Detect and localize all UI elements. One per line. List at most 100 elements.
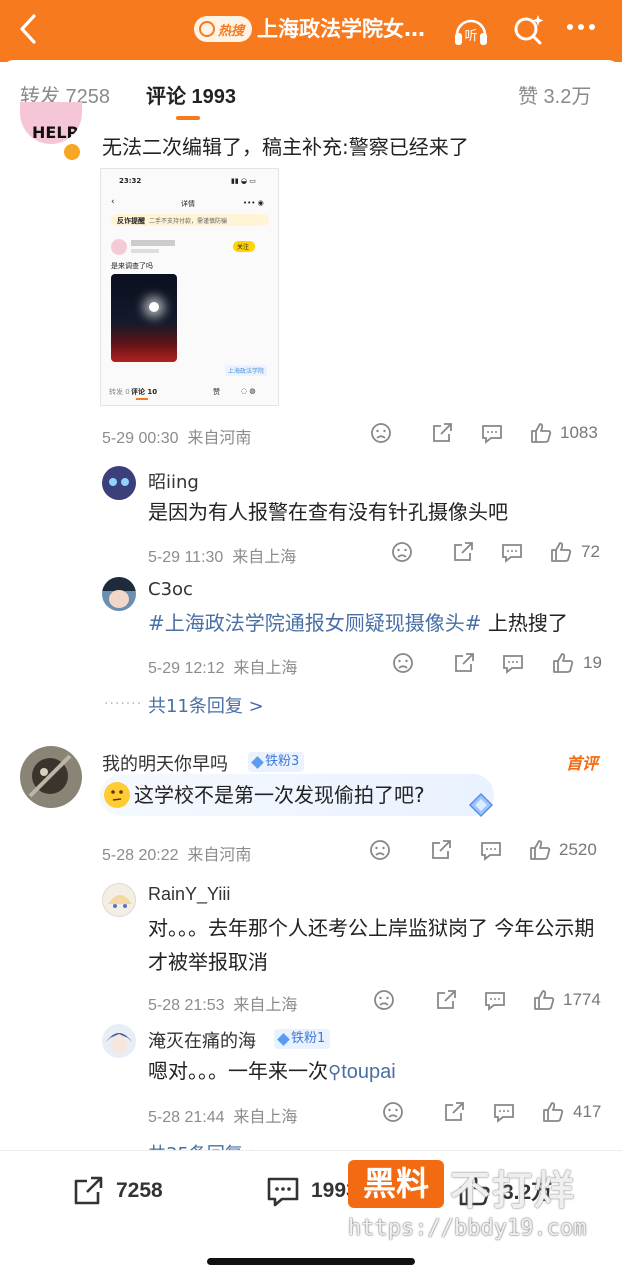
avatar[interactable] (102, 577, 136, 611)
reply-button[interactable] (500, 540, 524, 564)
reply-button[interactable] (492, 1100, 516, 1124)
avatar[interactable] (20, 746, 82, 808)
comment-icon (482, 425, 502, 444)
like-count: 19 (583, 653, 602, 672)
diamond-decoration-icon (468, 792, 494, 818)
like-button[interactable] (551, 651, 575, 675)
comment-icon (502, 544, 522, 563)
active-tab-indicator (176, 116, 200, 120)
comment-meta: 5-28 20:22 来自河南 (102, 847, 252, 864)
share-icon (432, 840, 451, 859)
share-button[interactable] (429, 838, 453, 862)
page-title[interactable]: 上海政法学院女厕疑现摄像头 (257, 14, 433, 44)
like-button[interactable] (541, 1100, 565, 1124)
repost-button[interactable]: 7258 (70, 1173, 163, 1209)
frown-icon (370, 840, 390, 860)
thumbs-up-icon (531, 423, 552, 443)
listen-label: 听 (464, 29, 477, 44)
username[interactable]: 我的明天你早吗 (102, 750, 228, 776)
listen-button[interactable]: 听 (451, 11, 491, 51)
comment-text: 无法二次编辑了，稿主补充:警察已经来了 (102, 135, 469, 159)
share-icon (433, 423, 452, 442)
home-indicator (207, 1258, 415, 1265)
username[interactable]: RainY_Yiii (148, 884, 230, 905)
thinking-emoji-icon (104, 782, 130, 808)
like-count: 72 (581, 542, 600, 561)
tab-likes[interactable]: 赞 3.2万 (518, 80, 591, 109)
dislike-button[interactable] (390, 540, 414, 564)
thumbs-up-icon (543, 1102, 564, 1122)
like-button[interactable] (532, 988, 556, 1012)
comment-meta: 5-29 00:30 来自河南 (102, 430, 252, 447)
comment-icon (503, 655, 523, 674)
username[interactable]: 昭iing (148, 468, 199, 494)
reply-text: 嗯对。。。一年来一次⚲toupai (148, 1059, 396, 1083)
like-button[interactable] (528, 838, 552, 862)
like-button[interactable] (549, 540, 573, 564)
thumbs-up-icon (553, 653, 574, 673)
watermark-url: https://bbdy19.com (348, 1216, 587, 1241)
like-count: 417 (573, 1102, 602, 1121)
search-icon: ⚲ (328, 1062, 342, 1082)
share-button[interactable] (442, 1100, 466, 1124)
comment-image[interactable]: 23:32 ▮▮ ◒ ▭ ‹ 详情 ••• ◉ 反诈提醒 二手不支持付款，需谨慎… (100, 168, 279, 406)
dislike-button[interactable] (368, 838, 392, 862)
share-button[interactable] (452, 651, 476, 675)
reply-button[interactable] (480, 421, 504, 445)
comment-icon (494, 1104, 514, 1123)
username[interactable]: 淹灭在痛的海 (148, 1027, 256, 1053)
reply-button[interactable] (479, 838, 503, 862)
avatar[interactable] (102, 883, 136, 917)
frown-icon (392, 542, 412, 562)
reply-button[interactable] (483, 988, 507, 1012)
share-icon (74, 1176, 103, 1205)
comment-sheet (0, 60, 622, 1280)
like-button[interactable] (529, 421, 553, 445)
first-comment-tag: 首评 (566, 754, 599, 773)
verified-badge-icon (62, 142, 82, 162)
frown-icon (371, 423, 391, 443)
comment-text: 这学校不是第一次发现偷拍了吧? (134, 783, 425, 807)
reply-button[interactable] (501, 651, 525, 675)
share-icon (455, 653, 474, 672)
dislike-button[interactable] (369, 421, 393, 445)
ai-search-button[interactable] (510, 12, 546, 48)
comment-icon (485, 992, 505, 1011)
chevron-left-icon (20, 14, 36, 44)
fan-level-badge: 铁粉3 (248, 752, 305, 772)
dislike-button[interactable] (372, 988, 396, 1012)
dislike-button[interactable] (391, 651, 415, 675)
reply-meta: 5-28 21:44 来自上海 (148, 1109, 298, 1126)
share-icon (454, 542, 473, 561)
tab-comments[interactable]: 评论 1993 (146, 80, 236, 109)
avatar[interactable] (102, 1024, 136, 1058)
thumbs-up-icon (551, 542, 572, 562)
topic-link[interactable]: #上海政法学院通报女厕疑现摄像头# (148, 611, 482, 635)
frown-icon (383, 1102, 403, 1122)
hot-search-badge[interactable]: 热搜 (194, 16, 253, 42)
reply-meta: 5-29 12:12 来自上海 (148, 660, 298, 677)
hot-search-label: 热搜 (218, 23, 245, 39)
avatar[interactable] (102, 466, 136, 500)
diamond-icon (251, 755, 264, 769)
share-button[interactable] (430, 421, 454, 445)
frown-icon (393, 653, 413, 673)
more-options-button[interactable] (567, 24, 595, 30)
view-more-replies-link[interactable]: 共11条回复 > (148, 692, 264, 718)
reply-meta: 5-28 21:53 来自上海 (148, 997, 298, 1014)
dislike-button[interactable] (381, 1100, 405, 1124)
share-button[interactable] (451, 540, 475, 564)
like-count: 1083 (560, 423, 598, 442)
share-button[interactable] (434, 988, 458, 1012)
share-icon (445, 1102, 464, 1121)
reply-text: #上海政法学院通报女厕疑现摄像头# 上热搜了 (148, 611, 568, 635)
reply-text: 对。。。去年那个人还考公上岸监狱岗了 今年公示期才被举报取消 (148, 916, 595, 974)
watermark-text: 不打烊 (450, 1168, 576, 1214)
like-count: 1774 (563, 990, 601, 1009)
comment-button[interactable]: 1993 (265, 1173, 358, 1209)
username[interactable]: C3oc (148, 579, 193, 600)
sparkle-search-icon (514, 15, 544, 45)
back-button[interactable] (14, 12, 44, 46)
search-link[interactable]: ⚲toupai (328, 1061, 396, 1083)
reply-meta: 5-29 11:30 来自上海 (148, 549, 297, 566)
